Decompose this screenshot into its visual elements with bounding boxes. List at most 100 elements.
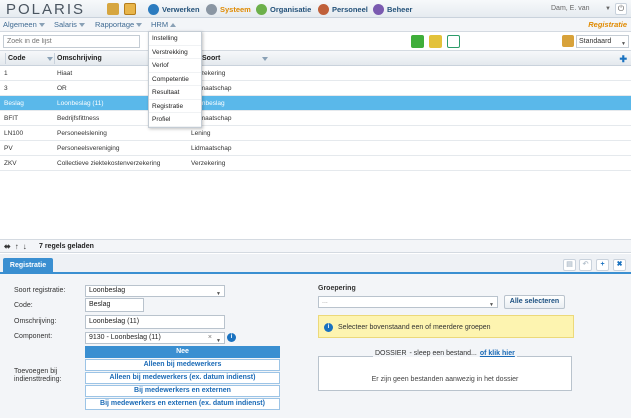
- toevoegen-option[interactable]: Alleen bij medewerkers: [85, 359, 280, 371]
- process-icon: [148, 3, 159, 15]
- menu-item-verlof[interactable]: Verlof: [149, 59, 201, 73]
- toevoegen-option[interactable]: Bij medewerkers en externen (ex. datum i…: [85, 398, 280, 410]
- toevoegen-option[interactable]: Nee: [85, 346, 280, 358]
- column-header-soort[interactable]: Soort: [202, 55, 220, 62]
- column-resizer[interactable]: [54, 53, 55, 64]
- nav-personeel[interactable]: Personeel: [318, 3, 368, 15]
- column-resizer[interactable]: [5, 53, 6, 64]
- view-settings-icon[interactable]: [562, 35, 574, 47]
- edit-icon[interactable]: [124, 3, 136, 15]
- dossier-title: DOSSIER: [375, 350, 407, 357]
- menu-item-verstrekking[interactable]: Verstrekking: [149, 46, 201, 59]
- dossier-upload-link[interactable]: of klik hier: [480, 350, 515, 357]
- menu-algemeen[interactable]: Algemeen: [3, 20, 45, 29]
- table-row[interactable]: 3 OR Lidmaatschap: [0, 81, 631, 96]
- menu-hrm[interactable]: HRM: [151, 20, 177, 29]
- cell-omschrijving: Hiaat: [57, 70, 73, 77]
- info-icon[interactable]: i: [227, 333, 236, 342]
- code-field[interactable]: Beslag: [85, 298, 144, 312]
- dossier-empty-text: Er zijn geen bestanden aanwezig in het d…: [371, 376, 519, 383]
- tab-registratie[interactable]: Registratie: [3, 258, 53, 274]
- column-header-omschrijving[interactable]: Omschrijving: [57, 55, 102, 62]
- menu-item-profiel[interactable]: Profiel: [149, 113, 201, 127]
- user-menu[interactable]: Dam, E. van ▼: [551, 3, 611, 15]
- arrow-down-icon[interactable]: ↓: [23, 242, 27, 251]
- dossier-dropzone[interactable]: [318, 356, 572, 391]
- undo-icon[interactable]: ↶: [579, 259, 592, 271]
- nav-organisatie[interactable]: Organisatie: [256, 3, 311, 15]
- add-icon[interactable]: ✚: [619, 54, 627, 65]
- close-icon[interactable]: ✖: [613, 259, 626, 271]
- label-soort-registratie: Soort registratie:: [14, 287, 66, 294]
- people-icon: [318, 3, 329, 15]
- clear-icon[interactable]: ×: [208, 333, 212, 343]
- component-select[interactable]: 9130 - Loonbeslag (11) × ▼: [85, 332, 225, 344]
- save-icon[interactable]: ▤: [563, 259, 576, 271]
- table-row[interactable]: BFIT Bedrijfsfittness Lidmaatschap: [0, 111, 631, 126]
- cell-soort: Lidmaatschap: [191, 145, 232, 152]
- table-row[interactable]: LN100 Personeelslening Lening: [0, 126, 631, 141]
- chevron-down-icon: ▼: [621, 41, 626, 47]
- nav-verwerken[interactable]: Verwerken: [148, 3, 200, 15]
- nav-beheer[interactable]: Beheer: [373, 3, 412, 15]
- top-bar: POLARIS Verwerken Systeem Organisatie Pe…: [0, 0, 631, 18]
- label-code: Code:: [14, 302, 33, 309]
- menu-item-competentie[interactable]: Competentie: [149, 73, 201, 86]
- cell-omschrijving: Loonbeslag (11): [57, 100, 104, 107]
- menu-item-resultaat[interactable]: Resultaat: [149, 86, 201, 100]
- add-icon[interactable]: +: [596, 259, 609, 271]
- cell-code: Beslag: [4, 100, 24, 107]
- nav-systeem[interactable]: Systeem: [206, 3, 251, 15]
- export-icon[interactable]: [411, 35, 424, 48]
- groepering-select[interactable]: ... ▼: [318, 296, 498, 308]
- chevron-down-icon: [136, 22, 143, 27]
- soort-registratie-select[interactable]: Loonbeslag ▼: [85, 285, 225, 297]
- move-icon[interactable]: ⬌: [4, 242, 11, 251]
- menu-label: Salaris: [54, 20, 77, 29]
- toevoegen-option[interactable]: Bij medewerkers en externen: [85, 385, 280, 397]
- groepering-value: ...: [322, 298, 328, 305]
- cell-soort: Verzekering: [191, 160, 226, 167]
- search-input[interactable]: [3, 35, 140, 48]
- sort-icon[interactable]: [262, 57, 268, 61]
- quick-action-icon[interactable]: [107, 3, 119, 15]
- component-value: 9130 - Loonbeslag (11): [89, 334, 161, 341]
- info-icon: i: [324, 323, 333, 332]
- chevron-down-icon: [78, 22, 85, 27]
- hrm-dropdown-menu: Instelling Verstrekking Verlof Competent…: [148, 31, 202, 128]
- view-select-value: Standaard: [579, 38, 612, 45]
- chevron-down-icon: [38, 22, 45, 27]
- grid-empty-area: [0, 171, 631, 239]
- menu-label: Rapportage: [95, 20, 135, 29]
- table-row[interactable]: 1 Hiaat Verzekering: [0, 66, 631, 81]
- cell-code: BFIT: [4, 115, 19, 122]
- menu-rapportage[interactable]: Rapportage: [95, 20, 143, 29]
- label-component: Component:: [14, 333, 53, 340]
- omschrijving-field[interactable]: Loonbeslag (11): [85, 315, 225, 329]
- chevron-down-icon: ▼: [605, 6, 611, 12]
- table-row[interactable]: ZKV Collectieve ziektekostenverzekering …: [0, 156, 631, 171]
- cell-code: PV: [4, 145, 13, 152]
- row-count: 7 regels geladen: [39, 243, 94, 250]
- add-document-icon[interactable]: [429, 35, 442, 48]
- notice-box: i Selecteer bovenstaand een of meerdere …: [318, 315, 574, 338]
- view-select[interactable]: Standaard ▼: [576, 35, 629, 48]
- table-row[interactable]: PV Personeelsvereniging Lidmaatschap: [0, 141, 631, 156]
- menu-item-instelling[interactable]: Instelling: [149, 32, 201, 46]
- menu-salaris[interactable]: Salaris: [54, 20, 85, 29]
- gear-icon: [206, 3, 217, 15]
- dossier-header: DOSSIER - sleep een bestand... of klik h…: [373, 350, 517, 357]
- list-toolbar: Standaard ▼: [0, 32, 631, 51]
- column-header-code[interactable]: Code: [8, 55, 26, 62]
- app-logo: POLARIS: [6, 1, 86, 18]
- arrow-up-icon[interactable]: ↑: [15, 242, 19, 251]
- power-icon[interactable]: ⏻: [615, 3, 627, 15]
- select-all-button[interactable]: Alle selecteren: [504, 295, 565, 309]
- sort-icon[interactable]: [47, 57, 53, 61]
- menu-item-registratie[interactable]: Registratie: [149, 100, 201, 113]
- excel-icon[interactable]: [447, 35, 460, 48]
- toevoegen-option[interactable]: Alleen bij medewerkers (ex. datum indien…: [85, 372, 280, 384]
- cell-omschrijving: Bedrijfsfittness: [57, 115, 100, 122]
- nav-label: Systeem: [220, 4, 251, 14]
- table-row-selected[interactable]: Beslag Loonbeslag (11) Loonbeslag: [0, 96, 631, 111]
